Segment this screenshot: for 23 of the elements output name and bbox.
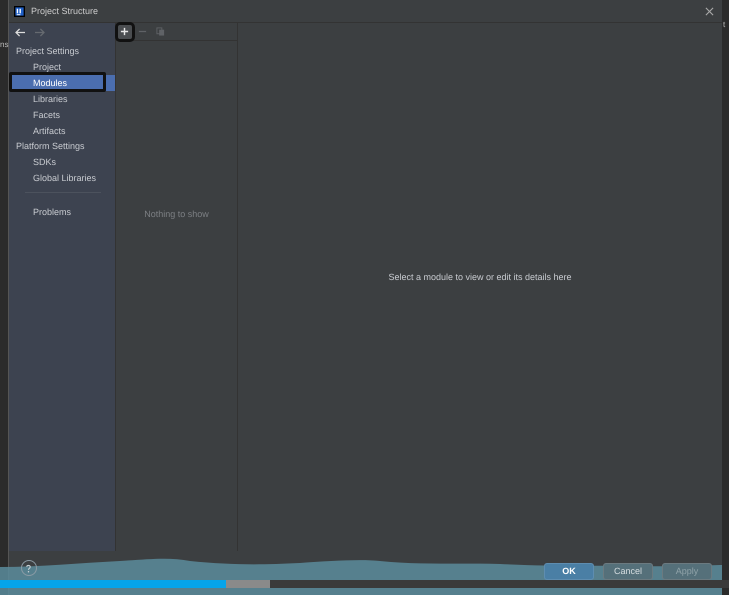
dialog-button[interactable]: Cancel [603, 562, 653, 580]
back-arrow-icon[interactable] [14, 28, 26, 37]
dialog-button[interactable]: OK [544, 562, 594, 580]
add-icon[interactable] [120, 27, 130, 36]
sidebar-item[interactable]: Project [8, 59, 115, 75]
window-title: Project Structure [30, 6, 100, 16]
sidebar-item[interactable]: Problems [8, 204, 115, 220]
close-icon[interactable] [705, 6, 714, 16]
help-button[interactable] [20, 560, 37, 576]
sidebar-item[interactable]: SDKs [8, 154, 115, 170]
empty-list-text: Nothing to show [144, 209, 209, 219]
video-progress-bar[interactable] [0, 580, 729, 588]
sidebar-item[interactable]: Facets [8, 107, 115, 123]
background-text: ns [0, 40, 8, 49]
sidebar-item[interactable]: Global Libraries [8, 170, 115, 186]
app-logo-icon [14, 6, 25, 16]
background-text: t [723, 20, 726, 29]
section-heading: Project Settings [14, 45, 80, 58]
section-heading: Platform Settings [14, 140, 86, 153]
help-icon [25, 564, 32, 572]
sidebar-item[interactable]: Libraries [8, 91, 115, 107]
details-placeholder-text: Select a module to view or edit its details here [388, 272, 572, 282]
sidebar-item[interactable]: Artifacts [8, 123, 115, 139]
